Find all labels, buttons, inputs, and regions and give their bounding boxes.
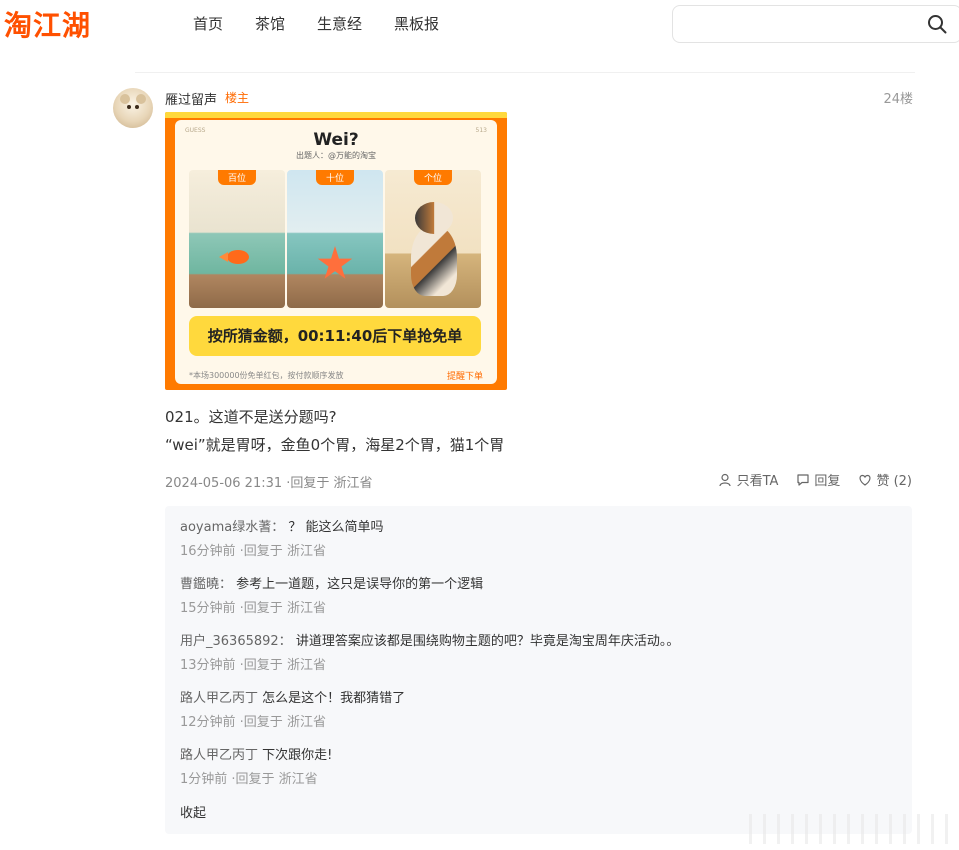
post-image[interactable]: GUESS 513 Wei? 出题人：@万能的淘宝 百位 十位 个位 按所猜金额…	[165, 112, 507, 390]
image-top-stripe	[165, 112, 507, 118]
reply-text: ？ 能这么简单吗	[288, 520, 384, 535]
panel-tag-tens: 十位	[315, 170, 355, 185]
post-actions: 只看TA 回复 赞 (2)	[718, 470, 912, 489]
reply-text-line: 路人甲乙丙丁 下次跟你走!	[180, 746, 900, 766]
heart-icon	[859, 474, 871, 486]
reply-username[interactable]: aoyama绿水蓍：	[180, 520, 284, 535]
image-footer-note: *本场300000份免单红包，按付款顺序发放	[189, 371, 344, 380]
goldfish-icon	[219, 250, 249, 264]
reply-button[interactable]: 回复	[796, 470, 840, 489]
site-logo[interactable]: 淘江湖	[4, 4, 91, 44]
nav-home[interactable]: 首页	[193, 13, 223, 34]
avatar-eye-left	[127, 105, 131, 109]
avatar-ear-left	[120, 94, 130, 104]
search-input[interactable]	[672, 5, 959, 43]
reply-item: 用户_36365892： 讲道理答案应该都是围绕购物主题的吧？毕竟是淘宝周年庆活…	[180, 632, 900, 676]
reply-text: 怎么是这个！我都猜错了	[262, 691, 406, 706]
image-footer-reminder: 提醒下单	[446, 372, 483, 382]
reply-text-line: 路人甲乙丙丁 怎么是这个！我都猜错了	[180, 689, 900, 709]
header-divider	[135, 72, 915, 73]
main-nav: 首页 茶馆 生意经 黑板报	[193, 13, 439, 34]
reply-text: 下次跟你走!	[262, 748, 333, 763]
owner-badge: 楼主	[225, 91, 250, 105]
image-order-button: 按所猜金额，00:11:40后下单抢免单	[189, 316, 481, 356]
like-label: 赞 (2)	[876, 474, 912, 489]
reply-username[interactable]: 用户_36365892：	[180, 634, 292, 649]
reply-meta: 12分钟前 ·回复于 浙江省	[180, 715, 326, 730]
post-content: 021。这道不是送分题吗? “wei”就是胃呀，金鱼0个胃，海星2个胃，猫1个胃	[165, 403, 504, 459]
reply-text-line: aoyama绿水蓍： ？ 能这么简单吗	[180, 518, 900, 538]
post-line-2: “wei”就是胃呀，金鱼0个胃，海星2个胃，猫1个胃	[165, 436, 505, 454]
cat-body-icon	[411, 226, 457, 296]
reply-item: 曹鑑曉： 参考上一道题，这只是误导你的第一个逻辑 15分钟前 ·回复于 浙江省	[180, 575, 900, 619]
panel-cat: 个位	[385, 170, 481, 308]
reply-label: 回复	[814, 474, 841, 489]
only-ta-label: 只看TA	[736, 474, 779, 489]
panel-starfish: 十位	[287, 170, 383, 308]
nav-blackboard[interactable]: 黑板报	[394, 13, 439, 34]
watermark-stripes	[749, 814, 959, 844]
reply-meta: 16分钟前 ·回复于 浙江省	[180, 544, 326, 559]
cat-head-icon	[415, 202, 453, 234]
like-button[interactable]: 赞 (2)	[858, 470, 912, 489]
person-icon	[718, 473, 731, 486]
reply-list: aoyama绿水蓍： ？ 能这么简单吗 16分钟前 ·回复于 浙江省 曹鑑曉： …	[165, 506, 912, 834]
reply-text: 参考上一道题，这只是误导你的第一个逻辑	[236, 577, 484, 592]
post-username[interactable]: 雁过留声	[165, 89, 217, 108]
nav-teahouse[interactable]: 茶馆	[255, 13, 285, 34]
floor-number: 24楼	[883, 92, 913, 107]
post-line-1: 021。这道不是送分题吗?	[165, 408, 337, 426]
collapse-button[interactable]: 收起	[180, 802, 206, 821]
reply-username[interactable]: 曹鑑曉：	[180, 577, 232, 592]
nav-business[interactable]: 生意经	[317, 13, 362, 34]
reply-text-line: 用户_36365892： 讲道理答案应该都是围绕购物主题的吧？毕竟是淘宝周年庆活…	[180, 632, 900, 652]
top-header: 淘江湖 首页 茶馆 生意经 黑板报	[0, 0, 959, 50]
panel-tag-ones: 个位	[413, 170, 453, 185]
panel-tag-hundreds: 百位	[217, 170, 257, 185]
reply-meta: 1分钟前 ·回复于 浙江省	[180, 772, 318, 787]
starfish-icon	[317, 246, 353, 279]
reply-meta: 13分钟前 ·回复于 浙江省	[180, 658, 326, 673]
reply-item: 路人甲乙丙丁 下次跟你走! 1分钟前 ·回复于 浙江省	[180, 746, 900, 790]
image-subtitle: 出题人：@万能的淘宝	[296, 151, 376, 160]
image-title: Wei?	[313, 130, 359, 150]
comment-icon	[797, 473, 810, 486]
post-meta: 2024-05-06 21:31 ·回复于 浙江省	[165, 476, 373, 491]
image-card: GUESS 513 Wei? 出题人：@万能的淘宝 百位 十位 个位 按所猜金额…	[175, 120, 497, 384]
reply-item: aoyama绿水蓍： ？ 能这么简单吗 16分钟前 ·回复于 浙江省	[180, 518, 900, 562]
only-ta-button[interactable]: 只看TA	[718, 470, 779, 489]
avatar-eye-right	[135, 105, 139, 109]
avatar[interactable]	[113, 88, 153, 128]
search-icon[interactable]	[927, 14, 947, 34]
reply-item: 路人甲乙丙丁 怎么是这个！我都猜错了 12分钟前 ·回复于 浙江省	[180, 689, 900, 733]
panel-goldfish: 百位	[189, 170, 285, 308]
avatar-ear-right	[136, 94, 146, 104]
reply-meta: 15分钟前 ·回复于 浙江省	[180, 601, 326, 616]
reply-text: 讲道理答案应该都是围绕购物主题的吧？毕竟是淘宝周年庆活动。。	[295, 634, 680, 649]
reply-username[interactable]: 路人甲乙丙丁	[180, 748, 258, 763]
reply-username[interactable]: 路人甲乙丙丁	[180, 691, 258, 706]
reply-text-line: 曹鑑曉： 参考上一道题，这只是误导你的第一个逻辑	[180, 575, 900, 595]
